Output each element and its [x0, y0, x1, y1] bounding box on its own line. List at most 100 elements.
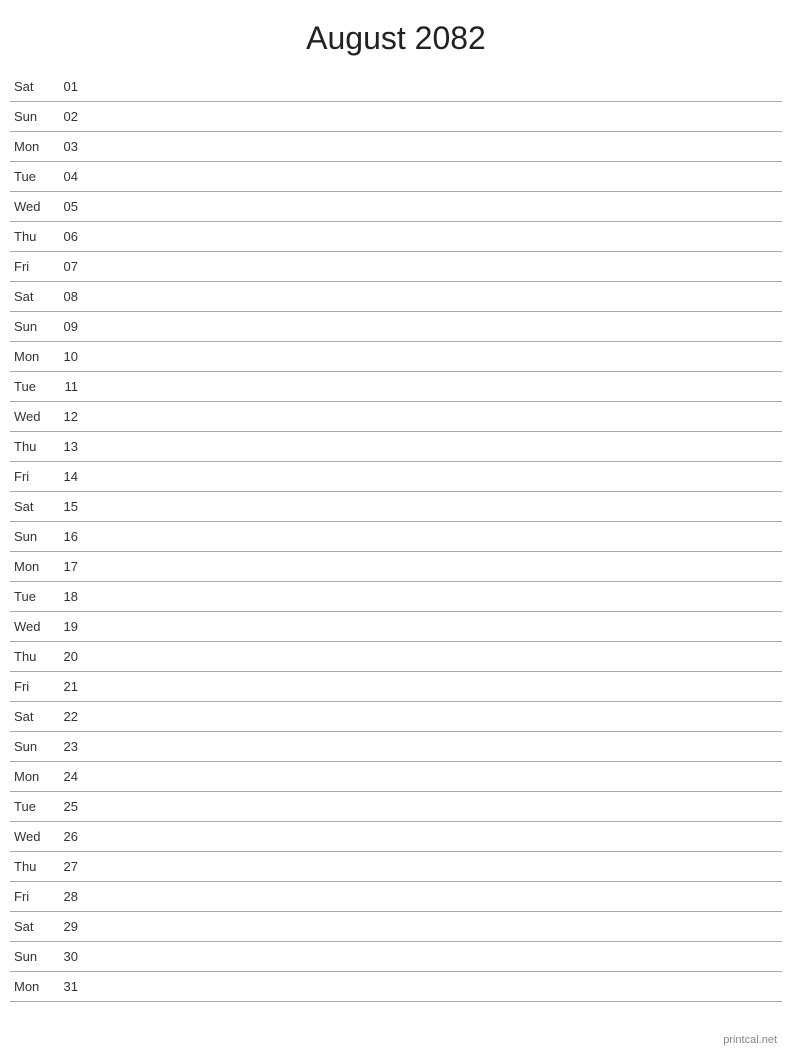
day-number: 04: [50, 169, 78, 184]
day-name: Sun: [10, 739, 50, 754]
day-line: [86, 956, 782, 957]
day-number: 06: [50, 229, 78, 244]
day-row: Sun23: [10, 732, 782, 762]
day-line: [86, 296, 782, 297]
day-name: Fri: [10, 259, 50, 274]
day-name: Thu: [10, 229, 50, 244]
day-name: Sat: [10, 499, 50, 514]
day-number: 17: [50, 559, 78, 574]
day-row: Tue11: [10, 372, 782, 402]
day-row: Tue25: [10, 792, 782, 822]
day-row: Sat29: [10, 912, 782, 942]
day-name: Mon: [10, 139, 50, 154]
day-row: Wed05: [10, 192, 782, 222]
day-row: Wed26: [10, 822, 782, 852]
day-name: Sun: [10, 319, 50, 334]
day-number: 19: [50, 619, 78, 634]
day-row: Mon17: [10, 552, 782, 582]
day-number: 10: [50, 349, 78, 364]
day-row: Sat15: [10, 492, 782, 522]
day-number: 02: [50, 109, 78, 124]
day-name: Tue: [10, 169, 50, 184]
day-number: 22: [50, 709, 78, 724]
day-line: [86, 536, 782, 537]
day-line: [86, 86, 782, 87]
day-row: Sun02: [10, 102, 782, 132]
day-number: 27: [50, 859, 78, 874]
day-line: [86, 986, 782, 987]
day-row: Sat01: [10, 72, 782, 102]
day-row: Fri28: [10, 882, 782, 912]
day-row: Mon03: [10, 132, 782, 162]
day-row: Sat08: [10, 282, 782, 312]
day-number: 28: [50, 889, 78, 904]
day-number: 05: [50, 199, 78, 214]
day-line: [86, 926, 782, 927]
day-name: Sat: [10, 79, 50, 94]
day-name: Sat: [10, 289, 50, 304]
day-name: Wed: [10, 829, 50, 844]
day-line: [86, 476, 782, 477]
day-row: Wed19: [10, 612, 782, 642]
day-name: Sun: [10, 109, 50, 124]
day-number: 03: [50, 139, 78, 154]
day-line: [86, 176, 782, 177]
day-line: [86, 896, 782, 897]
day-row: Sun16: [10, 522, 782, 552]
day-line: [86, 866, 782, 867]
day-row: Fri21: [10, 672, 782, 702]
day-row: Sun09: [10, 312, 782, 342]
day-line: [86, 686, 782, 687]
day-name: Thu: [10, 439, 50, 454]
day-row: Mon24: [10, 762, 782, 792]
day-line: [86, 446, 782, 447]
calendar-grid: Sat01Sun02Mon03Tue04Wed05Thu06Fri07Sat08…: [0, 72, 792, 1002]
day-number: 12: [50, 409, 78, 424]
day-name: Tue: [10, 379, 50, 394]
day-name: Thu: [10, 649, 50, 664]
day-name: Sat: [10, 919, 50, 934]
day-line: [86, 326, 782, 327]
day-name: Thu: [10, 859, 50, 874]
day-row: Fri14: [10, 462, 782, 492]
day-name: Fri: [10, 469, 50, 484]
day-row: Thu06: [10, 222, 782, 252]
day-line: [86, 716, 782, 717]
day-name: Mon: [10, 349, 50, 364]
day-number: 08: [50, 289, 78, 304]
day-name: Sun: [10, 529, 50, 544]
day-line: [86, 116, 782, 117]
day-row: Sun30: [10, 942, 782, 972]
day-line: [86, 386, 782, 387]
day-number: 14: [50, 469, 78, 484]
day-row: Thu20: [10, 642, 782, 672]
footer-text: printcal.net: [723, 1034, 777, 1046]
day-line: [86, 146, 782, 147]
day-line: [86, 656, 782, 657]
day-name: Sat: [10, 709, 50, 724]
day-name: Mon: [10, 559, 50, 574]
day-row: Mon10: [10, 342, 782, 372]
day-row: Tue04: [10, 162, 782, 192]
day-name: Mon: [10, 769, 50, 784]
day-line: [86, 416, 782, 417]
day-number: 30: [50, 949, 78, 964]
day-line: [86, 596, 782, 597]
day-row: Mon31: [10, 972, 782, 1002]
day-number: 21: [50, 679, 78, 694]
day-line: [86, 746, 782, 747]
day-row: Thu13: [10, 432, 782, 462]
day-line: [86, 566, 782, 567]
day-number: 25: [50, 799, 78, 814]
day-name: Mon: [10, 979, 50, 994]
day-number: 15: [50, 499, 78, 514]
day-line: [86, 626, 782, 627]
day-row: Fri07: [10, 252, 782, 282]
day-line: [86, 356, 782, 357]
day-number: 01: [50, 79, 78, 94]
day-number: 24: [50, 769, 78, 784]
day-number: 07: [50, 259, 78, 274]
day-number: 29: [50, 919, 78, 934]
day-row: Wed12: [10, 402, 782, 432]
day-number: 11: [50, 379, 78, 394]
